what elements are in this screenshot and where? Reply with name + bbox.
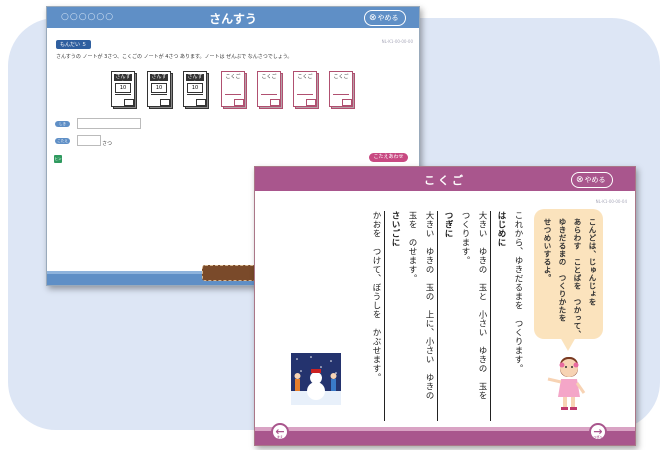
step1-line2: つくります。 <box>460 211 470 265</box>
notebook-label: さんすう <box>186 74 204 87</box>
heading-next: つぎに <box>437 211 456 421</box>
notebook-number: 10 <box>187 83 203 93</box>
close-icon: ⊗ <box>576 175 584 185</box>
intro-line: これから、ゆきだるまを つくります。 <box>513 211 523 373</box>
notebook-label: さんすう <box>114 74 132 87</box>
kokugo-bottombar <box>255 427 635 445</box>
notebook-sansu: さんすう 10 <box>183 71 209 109</box>
page-id: NL-K1-00-00-04 <box>595 199 627 204</box>
snowman-illustration <box>291 353 341 405</box>
quit-label: やめる <box>377 14 399 22</box>
math-titlebar: ○○○○○○ さんすう ⊗やめる <box>47 7 419 28</box>
bubble-text: こんどは、じゅんじょを あらわす ことばを つかって、 ゆきだるまの つくりかた… <box>540 218 600 338</box>
notebook-label: さんすう <box>150 74 168 87</box>
bubble-line: ゆきだるまの つくりかたを <box>558 218 567 322</box>
step2-line1: 大きい ゆきの 玉の 上に、小さい ゆきの <box>424 211 434 400</box>
speech-bubble: こんどは、じゅんじょを あらわす ことばを つかって、 ゆきだるまの つくりかた… <box>534 209 603 351</box>
kokugo-window: こくご ⊗やめる NL-K1-00-00-04 これから、ゆきだるまを つくりま… <box>254 166 636 446</box>
notebook-label: こくご <box>297 74 313 80</box>
step3-line1: かおを つけて、ぼうしを かぶせます。 <box>371 211 381 382</box>
bubble-line: せつめいするよ。 <box>543 218 552 282</box>
question-tag: もんだい ５ <box>56 40 91 49</box>
math-quit-button[interactable]: ⊗やめる <box>364 10 406 26</box>
kokugo-titlebar: こくご ⊗やめる <box>255 167 635 191</box>
step2-line2: 玉を のせます。 <box>407 211 417 283</box>
answer-input[interactable] <box>77 135 101 146</box>
notebook-sansu: さんすう 10 <box>111 71 137 109</box>
notebook-kokugo: こくご <box>221 71 247 109</box>
notebook-kokugo: こくご <box>293 71 319 109</box>
next-page-button[interactable]: → つぎへ <box>589 423 607 441</box>
notebook-number: 10 <box>151 83 167 93</box>
notebook-label: こくご <box>261 74 277 80</box>
kokugo-quit-button[interactable]: ⊗やめる <box>571 172 613 188</box>
girl-character <box>547 357 586 410</box>
formula-tag: しき <box>55 121 70 127</box>
story-text: これから、ゆきだるまを つくります。 はじめに 大きい ゆきの 玉と 小さい ゆ… <box>367 211 526 421</box>
close-icon: ⊗ <box>369 13 377 23</box>
heading-first: はじめに <box>490 211 509 421</box>
quit-label: やめる <box>584 176 606 184</box>
notebook-label: こくご <box>333 74 349 80</box>
check-answer-button[interactable]: こたえあわせ <box>369 153 408 162</box>
notebook-kokugo: こくご <box>257 71 283 109</box>
answer-tag: こたえ <box>55 138 70 144</box>
question-text: さんすうの ノートが 3さつ、こくごの ノートが 4さつ あります。ノートは ぜ… <box>56 54 293 60</box>
formula-input[interactable] <box>77 118 141 129</box>
notebook-kokugo: こくご <box>329 71 355 109</box>
prev-caption: まえ <box>276 435 283 439</box>
hint-button[interactable]: ヒント <box>54 155 62 169</box>
bubble-line: あらわす ことばを つかって、 <box>573 218 582 338</box>
bubble-line: こんどは、じゅんじょを <box>588 218 597 306</box>
answer-unit: さつ <box>102 141 113 147</box>
next-caption: つぎへ <box>593 435 603 439</box>
notebook-sansu: さんすう 10 <box>147 71 173 109</box>
notebook-number: 10 <box>115 83 131 93</box>
step1-line1: 大きい ゆきの 玉と 小さい ゆきの 玉を <box>477 211 487 400</box>
page-id: NL-K1-00-00-00 <box>381 39 413 44</box>
prev-page-button[interactable]: ← まえ <box>271 423 289 441</box>
heading-last: さいごに <box>384 211 403 421</box>
notebook-label: こくご <box>225 74 241 80</box>
